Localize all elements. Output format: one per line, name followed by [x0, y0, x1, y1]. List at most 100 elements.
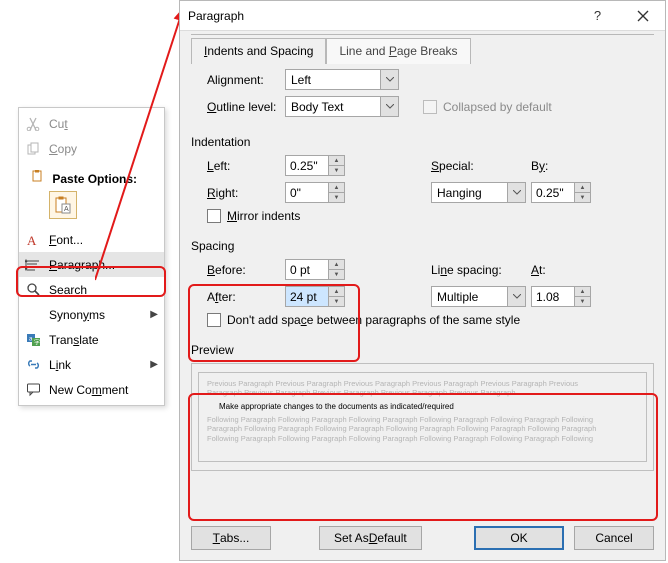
by-spinner[interactable]: 0.25" ▲▼	[531, 182, 591, 203]
spacing-header: Spacing	[191, 239, 654, 253]
after-spinner[interactable]: 24 pt ▲▼	[285, 286, 345, 307]
preview-prev1: Previous Paragraph Previous Paragraph Pr…	[207, 379, 638, 388]
close-button[interactable]	[620, 1, 665, 31]
help-button[interactable]: ?	[575, 1, 620, 31]
ctx-cut-label: Cut	[49, 117, 158, 131]
ctx-copy[interactable]: Copy	[19, 136, 164, 161]
ctx-link[interactable]: Link ▶	[19, 352, 164, 377]
comment-icon	[23, 380, 43, 400]
dont-add-space-checkbox[interactable]	[207, 313, 221, 327]
ctx-paragraph-label: Paragraph...	[49, 258, 158, 272]
synonyms-icon	[23, 305, 43, 325]
before-value: 0 pt	[286, 260, 328, 279]
ctx-paragraph[interactable]: Paragraph...	[19, 252, 164, 277]
preview-foll3: Following Paragraph Following Paragraph …	[207, 434, 638, 443]
alignment-label: Alignment:	[207, 73, 285, 87]
by-value: 0.25"	[532, 183, 574, 202]
at-spinner[interactable]: 1.08 ▲▼	[531, 286, 591, 307]
outline-level-value: Body Text	[291, 100, 380, 114]
tabs-button[interactable]: Tabs...	[191, 526, 271, 550]
after-label: After:	[207, 290, 285, 304]
ctx-synonyms-label: Synonyms	[49, 308, 148, 322]
collapsed-label: Collapsed by default	[443, 100, 552, 114]
link-icon	[23, 355, 43, 375]
paragraph-icon	[23, 255, 43, 275]
ctx-font[interactable]: A Font...	[19, 227, 164, 252]
after-value: 24 pt	[286, 287, 328, 306]
chevron-right-icon: ▶	[148, 309, 158, 320]
outline-level-select[interactable]: Body Text	[285, 96, 399, 117]
close-icon	[637, 10, 649, 22]
ctx-cut[interactable]: Cut	[19, 111, 164, 136]
dont-add-space-label: Don't add space between paragraphs of th…	[227, 313, 520, 327]
indent-right-label: Right:	[207, 186, 285, 200]
titlebar: Paragraph ?	[180, 1, 665, 31]
context-menu: Cut Copy Paste Options: A A Font... Para…	[18, 107, 165, 406]
svg-text:A: A	[27, 233, 37, 248]
chevron-down-icon	[507, 287, 525, 306]
preview-prev2: Paragraph Previous Paragraph Previous Pa…	[207, 388, 638, 397]
alignment-select[interactable]: Left	[285, 69, 399, 90]
at-label: At:	[531, 263, 566, 277]
preview-header: Preview	[191, 343, 654, 357]
line-spacing-select[interactable]: Multiple	[431, 286, 526, 307]
chevron-down-icon	[380, 70, 398, 89]
alignment-value: Left	[291, 73, 380, 87]
copy-icon	[23, 139, 43, 159]
ctx-font-label: Font...	[49, 233, 158, 247]
tab-underline	[191, 34, 654, 35]
line-spacing-value: Multiple	[437, 290, 507, 304]
spin-buttons[interactable]: ▲▼	[328, 260, 344, 279]
ok-button[interactable]: OK	[474, 526, 564, 550]
tab-indents-spacing[interactable]: Indents and Spacing	[191, 38, 326, 64]
special-select[interactable]: Hanging	[431, 182, 526, 203]
ctx-new-comment[interactable]: New Comment	[19, 377, 164, 402]
spin-buttons[interactable]: ▲▼	[574, 287, 590, 306]
indent-right-value: 0"	[286, 183, 328, 202]
tab-line-page-breaks[interactable]: Line and Page Breaks	[326, 38, 470, 64]
outline-level-label: Outline level:	[207, 100, 285, 114]
before-spinner[interactable]: 0 pt ▲▼	[285, 259, 345, 280]
indent-right-spinner[interactable]: 0" ▲▼	[285, 182, 345, 203]
indent-left-label: Left:	[207, 159, 285, 173]
indent-left-spinner[interactable]: 0.25" ▲▼	[285, 155, 345, 176]
ctx-search-label: Search	[49, 283, 158, 297]
ctx-paste-options-row: A	[19, 189, 164, 227]
paragraph-dialog: Paragraph ? Indents and Spacing Line and…	[179, 0, 666, 561]
spin-buttons[interactable]: ▲▼	[328, 183, 344, 202]
translate-icon: a字	[23, 330, 43, 350]
paste-keep-source-button[interactable]: A	[49, 191, 77, 219]
spin-buttons[interactable]: ▲▼	[328, 156, 344, 175]
cancel-button[interactable]: Cancel	[574, 526, 654, 550]
dialog-body: General Alignment: Left Outline level: B…	[191, 39, 654, 512]
indent-left-value: 0.25"	[286, 156, 328, 175]
ctx-translate-label: Translate	[49, 333, 158, 347]
at-value: 1.08	[532, 287, 574, 306]
ctx-copy-label: Copy	[49, 142, 158, 156]
search-icon	[23, 280, 43, 300]
indentation-header: Indentation	[191, 135, 654, 149]
spin-buttons[interactable]: ▲▼	[574, 183, 590, 202]
ctx-synonyms[interactable]: Synonyms ▶	[19, 302, 164, 327]
dialog-footer: Tabs... Set As Default OK Cancel	[191, 526, 654, 550]
collapsed-checkbox	[423, 100, 437, 114]
clipboard-icon	[27, 166, 47, 186]
mirror-indents-checkbox[interactable]	[207, 209, 221, 223]
ctx-new-comment-label: New Comment	[49, 383, 158, 397]
line-spacing-label: Line spacing:	[431, 263, 531, 277]
svg-text:A: A	[64, 206, 69, 213]
ctx-search[interactable]: Search	[19, 277, 164, 302]
ctx-translate[interactable]: a字 Translate	[19, 327, 164, 352]
ctx-link-label: Link	[49, 358, 148, 372]
svg-text:字: 字	[34, 339, 40, 347]
before-label: Before:	[207, 263, 285, 277]
by-label: By:	[531, 159, 566, 173]
ctx-paste-header-label: Paste Options:	[52, 172, 137, 186]
spin-buttons[interactable]: ▲▼	[328, 287, 344, 306]
preview-foll2: Paragraph Following Paragraph Following …	[207, 424, 638, 433]
chevron-down-icon	[380, 97, 398, 116]
font-icon: A	[23, 230, 43, 250]
set-as-default-button[interactable]: Set As Default	[319, 526, 422, 550]
preview-box: Previous Paragraph Previous Paragraph Pr…	[191, 363, 654, 471]
chevron-down-icon	[507, 183, 525, 202]
